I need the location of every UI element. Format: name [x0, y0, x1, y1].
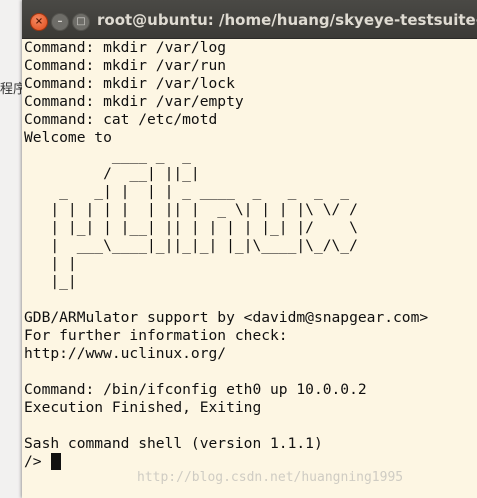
terminal-line: Execution Finished, Exiting	[24, 399, 262, 416]
minimize-icon: –	[57, 16, 63, 27]
desktop-background: 程序	[0, 0, 26, 498]
ascii-logo-line: | ___\____|_||_|_| |_|\____|\_/\_/	[24, 237, 358, 254]
maximize-button[interactable]: □	[72, 13, 90, 31]
terminal-line: Welcome to	[24, 129, 112, 146]
close-button[interactable]: ×	[30, 13, 48, 31]
terminal-line: Command: cat /etc/motd	[24, 111, 218, 128]
ascii-logo-line: |_|	[24, 273, 77, 290]
ascii-logo-line: | |	[24, 255, 77, 272]
prompt-line[interactable]: />	[24, 453, 477, 471]
ascii-logo-line: _ _| | | | _ ____ _ _ _ _	[24, 183, 350, 200]
text-cursor	[51, 453, 62, 470]
ascii-logo-line: | |_| | |__| || | | | | |_| |/ \	[24, 219, 358, 236]
terminal-line: GDB/ARMulator support by <davidm@snapgea…	[24, 309, 429, 326]
minimize-button[interactable]: –	[51, 13, 69, 31]
close-icon: ×	[34, 16, 44, 27]
terminal-line: Command: /bin/ifconfig eth0 up 10.0.0.2	[24, 381, 367, 398]
terminal-line: Command: mkdir /var/log	[24, 39, 227, 56]
watermark: http://blog.csdn.net/huangning1995	[137, 470, 404, 485]
ascii-logo-line: ____ _ _	[24, 147, 191, 164]
window-title: root@ubuntu: /home/huang/skyeye-testsuit…	[97, 11, 477, 29]
terminal-line: Command: mkdir /var/run	[24, 57, 227, 74]
ascii-logo-line: | | | | | | || | _ \| | | |\ \/ /	[24, 201, 358, 218]
title-bar[interactable]: × – □ root@ubuntu: /home/huang/skyeye-te…	[22, 0, 477, 39]
ascii-logo-line: / __| ||_|	[24, 165, 200, 182]
terminal-line: http://www.uclinux.org/	[24, 345, 227, 362]
terminal-line: For further information check:	[24, 327, 288, 344]
terminal-line: Sash command shell (version 1.1.1)	[24, 435, 323, 452]
shell-prompt: />	[24, 453, 51, 470]
terminal-output[interactable]: Command: mkdir /var/log Command: mkdir /…	[24, 39, 477, 498]
terminal-line: Command: mkdir /var/empty	[24, 93, 244, 110]
terminal-line: Command: mkdir /var/lock	[24, 75, 235, 92]
terminal-window: × – □ root@ubuntu: /home/huang/skyeye-te…	[22, 0, 477, 498]
maximize-icon: □	[76, 16, 86, 27]
